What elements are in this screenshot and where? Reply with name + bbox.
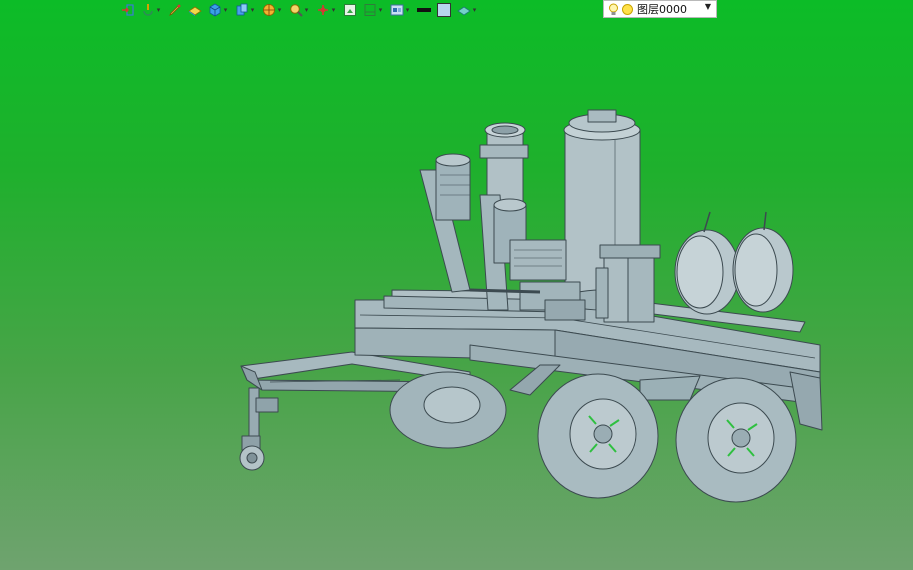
display-mode-button[interactable]: ▾ <box>389 0 412 19</box>
render-style-icon <box>457 6 471 15</box>
section-view-icon <box>364 3 376 16</box>
rotate-view-icon <box>143 3 153 16</box>
layer-select[interactable]: 图层0000 ▼ <box>603 0 717 18</box>
layer-on-icon[interactable] <box>622 3 633 15</box>
display-mode-icon <box>390 4 404 15</box>
chevron-down-icon[interactable]: ▾ <box>471 3 478 17</box>
fill-color-icon <box>437 2 451 17</box>
solid-box-button[interactable]: ▾ <box>207 0 230 19</box>
motor-left <box>419 153 471 293</box>
plane-button[interactable] <box>187 0 203 19</box>
chevron-down-icon[interactable]: ▾ <box>330 3 337 17</box>
chevron-down-icon[interactable]: ▾ <box>303 3 310 17</box>
line-color-button[interactable] <box>416 0 432 19</box>
part-stack-icon <box>236 3 248 15</box>
line-color-icon <box>417 7 431 12</box>
chevron-down-icon[interactable]: ▾ <box>249 3 256 17</box>
trailer-model <box>239 109 823 503</box>
axis-icon <box>318 4 328 15</box>
section-view-button[interactable]: ▾ <box>362 0 385 19</box>
render-style-button[interactable]: ▾ <box>456 0 479 19</box>
view-orient-button[interactable]: ▾ <box>261 0 284 19</box>
chevron-down-icon[interactable]: ▼ <box>705 2 711 11</box>
fit-view-button[interactable] <box>342 0 358 19</box>
wheel-rear <box>675 377 797 503</box>
rear-wheel-back <box>389 371 507 449</box>
pencil-sketch-icon <box>169 3 181 16</box>
fit-view-icon <box>344 3 356 16</box>
chevron-down-icon[interactable]: ▾ <box>155 3 162 17</box>
solid-box-icon <box>209 3 221 16</box>
chevron-down-icon[interactable]: ▾ <box>404 3 411 17</box>
part-stack-button[interactable]: ▾ <box>234 0 257 19</box>
fill-color-button[interactable] <box>436 0 452 19</box>
layer-name: 图层0000 <box>637 3 687 16</box>
wheel-front <box>537 373 659 499</box>
axis-button[interactable]: ▾ <box>315 0 338 19</box>
3d-viewport[interactable] <box>0 20 913 570</box>
zoom-button[interactable]: ▾ <box>288 0 311 19</box>
chevron-down-icon[interactable]: ▾ <box>222 3 229 17</box>
chevron-down-icon[interactable]: ▾ <box>276 3 283 17</box>
sketch-button[interactable] <box>167 0 183 19</box>
chevron-down-icon[interactable]: ▾ <box>377 3 384 17</box>
small-filters <box>595 244 661 323</box>
jockey-wheel <box>239 387 279 471</box>
bulb-icon[interactable] <box>608 3 619 16</box>
insert-component-icon <box>122 3 134 16</box>
rotate-view-button[interactable]: ▾ <box>140 0 163 19</box>
insert-component-button[interactable] <box>120 0 136 19</box>
plane-icon <box>188 6 202 16</box>
zoom-icon <box>290 3 303 17</box>
main-toolbar: ▾ ▾ ▾ ▾ ▾ ▾ ▾ ▾ ▾ <box>120 0 483 19</box>
view-orient-icon <box>263 3 275 16</box>
hose-reels <box>674 211 794 315</box>
